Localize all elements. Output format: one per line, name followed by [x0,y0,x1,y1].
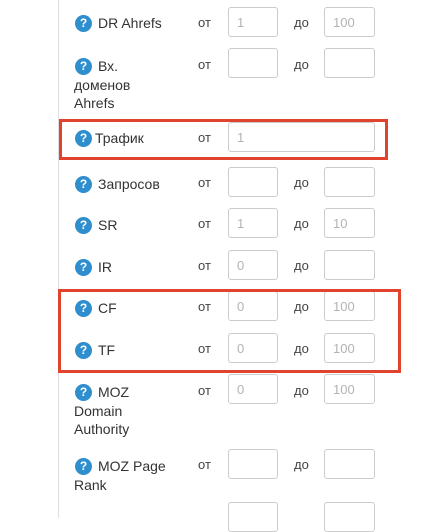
zaprosov-from-input[interactable] [228,167,278,197]
next-from-input[interactable] [228,502,278,532]
from-label: от [198,341,211,356]
zaprosov-to-input[interactable] [324,167,375,197]
from-label: от [198,130,211,145]
filter-label: MOZ Domain Authority [74,384,130,437]
from-label: от [198,216,211,231]
filter-label: CF [98,300,117,316]
to-label: до [294,216,309,231]
to-label: до [294,258,309,273]
cf-to-input[interactable] [324,291,375,321]
help-icon[interactable]: ? [75,130,92,147]
ir-to-input[interactable] [324,250,375,280]
tf-from-input[interactable] [228,333,278,363]
vh-domenov-from-input[interactable] [228,48,278,78]
dr-ahrefs-from-input[interactable] [228,7,278,37]
filter-label: MOZ Page Rank [74,458,166,493]
from-label: от [198,299,211,314]
moz-pr-from-input[interactable] [228,449,278,479]
to-label: до [294,383,309,398]
moz-da-to-input[interactable] [324,374,375,404]
from-label: от [198,175,211,190]
sr-to-input[interactable] [324,208,375,238]
cf-from-input[interactable] [228,291,278,321]
moz-da-from-input[interactable] [228,374,278,404]
filter-label: IR [98,259,112,275]
filter-label: Трафик [95,130,144,146]
filters-panel: ? DR Ahrefs от до ? Вх.доменовAhrefs от … [58,0,422,532]
from-label: от [198,457,211,472]
dr-ahrefs-to-input[interactable] [324,7,375,37]
moz-pr-to-input[interactable] [324,449,375,479]
vh-domenov-to-input[interactable] [324,48,375,78]
to-label: до [294,341,309,356]
next-to-input[interactable] [324,502,375,532]
to-label: до [294,175,309,190]
to-label: до [294,15,309,30]
filter-label: Запросов [98,176,160,192]
sr-from-input[interactable] [228,208,278,238]
to-label: до [294,457,309,472]
from-label: от [198,57,211,72]
tf-to-input[interactable] [324,333,375,363]
filter-label: Вх. доменов Ahrefs [74,58,131,111]
trafik-from-input[interactable] [228,122,375,152]
from-label: от [198,383,211,398]
ir-from-input[interactable] [228,250,278,280]
to-label: до [294,299,309,314]
to-label: до [294,57,309,72]
from-label: от [198,258,211,273]
filter-label: DR Ahrefs [98,15,162,31]
filter-label: TF [98,342,116,358]
filter-label: SR [98,217,118,233]
from-label: от [198,15,211,30]
